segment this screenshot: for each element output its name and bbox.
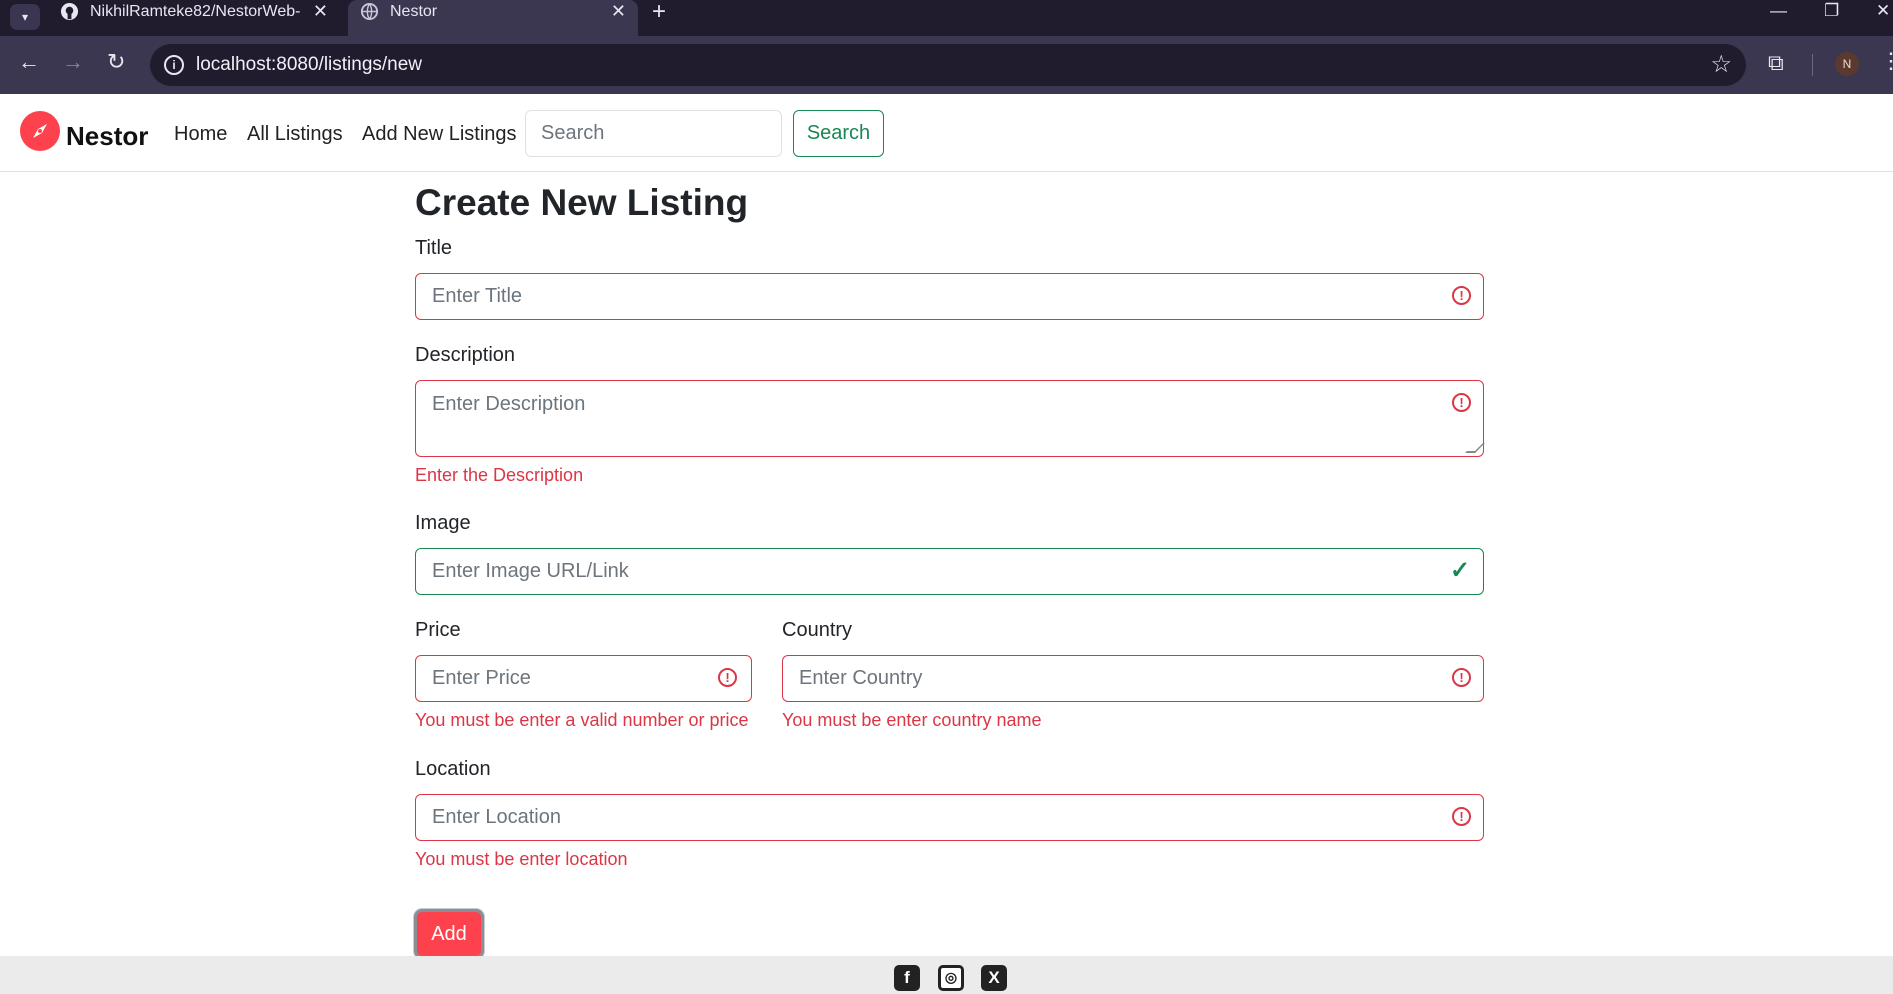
page-title: Create New Listing (415, 182, 749, 223)
restore-icon[interactable]: ❐ (1824, 0, 1839, 22)
title-label: Title (415, 237, 453, 259)
description-error-icon: ! (1452, 393, 1471, 412)
location-label: Location (415, 758, 491, 780)
instagram-icon[interactable]: ◎ (938, 965, 964, 991)
browser-toolbar: ← → ↻ i localhost:8080/listings/new ☆ ⧉ … (0, 36, 1893, 94)
search-input[interactable] (525, 110, 782, 157)
brand-name[interactable]: Nestor (66, 121, 148, 152)
x-icon[interactable]: X (981, 965, 1007, 991)
price-label: Price (415, 619, 461, 641)
title-input[interactable] (415, 273, 1484, 320)
nav-link-add-new-listings[interactable]: Add New Listings (362, 123, 517, 146)
description-label: Description (415, 344, 516, 366)
tab-title: Nestor (390, 3, 438, 20)
tab-close-icon[interactable]: ✕ (313, 0, 328, 23)
location-error-icon: ! (1452, 807, 1471, 826)
checkmark-icon: ✓ (1450, 557, 1471, 584)
price-input[interactable] (415, 655, 752, 702)
location-input[interactable] (415, 794, 1484, 841)
toolbar-divider (1812, 54, 1813, 76)
location-feedback: You must be enter location (415, 849, 628, 869)
footer: f ◎ X (0, 956, 1893, 994)
globe-icon (360, 2, 379, 21)
extensions-icon[interactable]: ⧉ (1768, 52, 1784, 74)
search-button[interactable]: Search (793, 110, 884, 157)
image-label: Image (415, 512, 471, 534)
address-bar[interactable]: i localhost:8080/listings/new ☆ (150, 44, 1746, 86)
nav-link-all-listings[interactable]: All Listings (247, 123, 343, 146)
github-icon (60, 2, 79, 21)
image-url-input[interactable] (415, 548, 1484, 595)
tab-close-icon[interactable]: ✕ (611, 0, 626, 23)
add-listing-button[interactable]: Add (414, 909, 484, 959)
tab-search-icon[interactable]: ▾ (10, 4, 40, 30)
tab-github[interactable]: NikhilRamteke82/NestorWeb-P ✕ (48, 0, 340, 36)
browser-tab-strip: ▾ NikhilRamteke82/NestorWeb-P ✕ Nestor ✕… (0, 0, 1893, 36)
price-error-icon: ! (718, 668, 737, 687)
forward-icon[interactable]: → (62, 51, 84, 73)
new-tab-button[interactable]: + (652, 0, 666, 24)
profile-avatar[interactable]: N (1835, 52, 1859, 76)
country-label: Country (782, 619, 853, 641)
nav-link-home[interactable]: Home (174, 123, 227, 146)
country-feedback: You must be enter country name (782, 710, 1042, 730)
price-feedback: You must be enter a valid number or pric… (415, 710, 749, 730)
window-close-icon[interactable]: ✕ (1876, 0, 1890, 22)
country-input[interactable] (782, 655, 1484, 702)
title-error-icon: ! (1452, 286, 1471, 305)
browser-menu-icon[interactable]: ⋮ (1880, 48, 1893, 74)
description-textarea[interactable] (415, 380, 1484, 457)
reload-icon[interactable]: ↻ (107, 51, 125, 73)
back-icon[interactable]: ← (18, 51, 40, 73)
tab-title: NikhilRamteke82/NestorWeb-P (90, 3, 300, 20)
compass-logo-icon[interactable] (20, 111, 60, 151)
tab-nestor[interactable]: Nestor ✕ (348, 0, 638, 36)
description-feedback: Enter the Description (415, 465, 584, 485)
site-info-icon[interactable]: i (164, 55, 184, 75)
facebook-icon[interactable]: f (894, 965, 920, 991)
minimize-icon[interactable]: — (1770, 0, 1787, 22)
site-navbar: Nestor Home All Listings Add New Listing… (0, 94, 1893, 172)
url-text: localhost:8080/listings/new (196, 54, 423, 75)
country-error-icon: ! (1452, 668, 1471, 687)
bookmark-star-icon[interactable]: ☆ (1710, 50, 1732, 79)
